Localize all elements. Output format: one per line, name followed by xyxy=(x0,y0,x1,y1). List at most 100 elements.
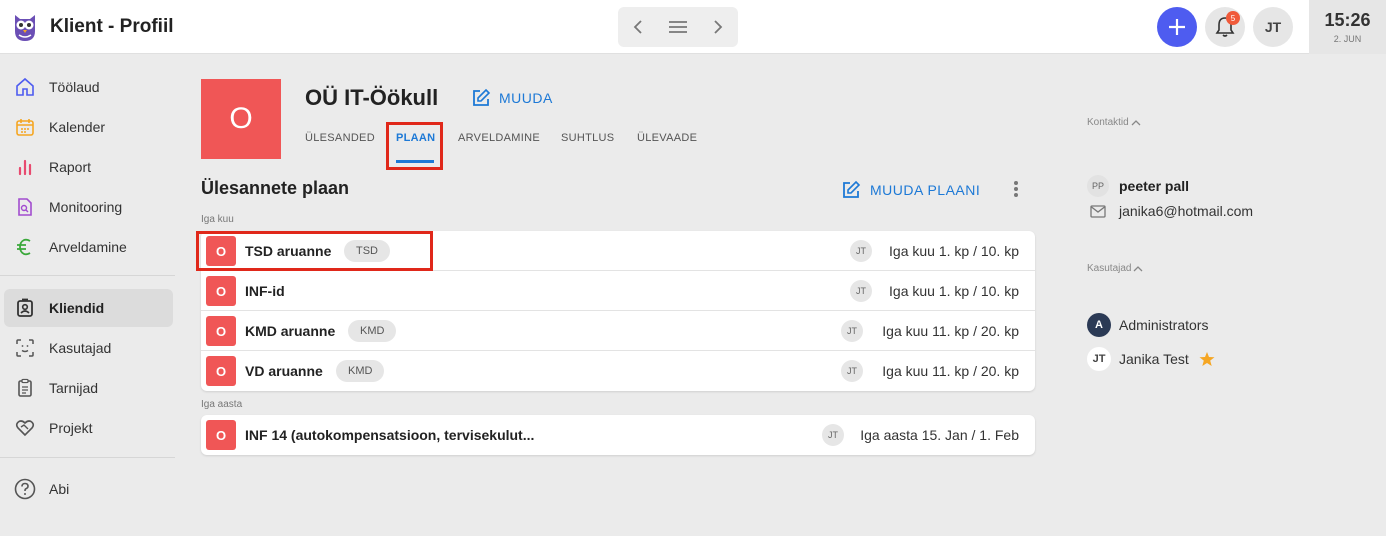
task-avatar: O xyxy=(206,276,236,306)
forward-arrow-icon[interactable] xyxy=(708,17,728,37)
task-name: KMD aruanne xyxy=(245,323,336,339)
edit-icon xyxy=(473,88,491,106)
document-search-icon xyxy=(14,196,36,218)
sidebar-item-label: Projekt xyxy=(49,420,93,436)
assignee-avatar: JT xyxy=(850,280,872,302)
owl-logo-icon[interactable] xyxy=(12,11,38,43)
chevron-up-icon xyxy=(1134,265,1143,271)
sidebar-item-label: Kliendid xyxy=(49,300,105,316)
contact-person[interactable]: PP peeter pall xyxy=(1087,175,1189,197)
tab-ulevaade[interactable]: ÜLEVAADE xyxy=(637,132,697,144)
assigned-user[interactable]: JT Janika Test xyxy=(1087,347,1215,371)
sidebar-item-label: Kalender xyxy=(49,119,106,135)
menu-icon[interactable] xyxy=(668,17,688,37)
client-name: OÜ IT-Öökull xyxy=(305,85,439,110)
top-bar: Klient - Profiil 5 JT 15:26 2. JUN xyxy=(0,0,1386,54)
yearly-task-list: O INF 14 (autokompensatsioon, tervisekul… xyxy=(201,415,1035,455)
task-schedule: Iga kuu 1. kp / 10. kp xyxy=(889,243,1019,259)
user-name: Administrators xyxy=(1119,317,1209,333)
contact-name: peeter pall xyxy=(1119,178,1190,194)
clock-date: 2. JUN xyxy=(1333,34,1362,44)
task-row[interactable]: O INF-id JT Iga kuu 1. kp / 10. kp xyxy=(201,271,1035,311)
group-label-yearly: Iga aasta xyxy=(201,399,243,410)
sidebar-divider xyxy=(0,457,175,458)
clock: 15:26 2. JUN xyxy=(1309,0,1386,54)
task-schedule: Iga aasta 15. Jan / 1. Feb xyxy=(860,427,1019,443)
assignee-avatar: JT xyxy=(850,240,872,262)
assignee-avatar: JT xyxy=(822,424,844,446)
task-avatar: O xyxy=(206,316,236,346)
contacts-label: Kontaktid xyxy=(1087,117,1129,128)
mail-icon xyxy=(1090,204,1106,218)
user-avatar-button[interactable]: JT xyxy=(1253,7,1293,47)
users-section-toggle[interactable]: Kasutajad xyxy=(1087,263,1143,274)
history-nav xyxy=(618,7,738,47)
add-button[interactable] xyxy=(1157,7,1197,47)
users-label: Kasutajad xyxy=(1087,263,1132,274)
client-badge-icon xyxy=(14,297,36,319)
plan-title: Ülesannete plaan xyxy=(201,178,350,198)
sidebar-item-label: Monitooring xyxy=(49,199,123,215)
task-schedule: Iga kuu 1. kp / 10. kp xyxy=(889,283,1019,299)
notifications-button[interactable]: 5 xyxy=(1205,7,1245,47)
task-avatar: O xyxy=(206,356,236,386)
notification-count-badge: 5 xyxy=(1226,11,1240,25)
user-avatar: JT xyxy=(1087,347,1111,371)
sidebar-item-kliendid[interactable]: Kliendid xyxy=(4,289,173,327)
chevron-up-icon xyxy=(1131,119,1141,125)
contact-email-text: janika6@hotmail.com xyxy=(1119,203,1254,219)
sidebar-divider xyxy=(0,275,175,276)
page-title: Klient - Profiil xyxy=(50,16,174,37)
sidebar-item-raport[interactable]: Raport xyxy=(4,148,173,186)
euro-icon xyxy=(14,236,36,258)
tab-arveldamine[interactable]: ARVELDAMINE xyxy=(458,132,540,144)
highlight-box-tsd-row xyxy=(196,231,433,271)
assigned-user[interactable]: A Administrators xyxy=(1087,313,1208,337)
tab-suhtlus[interactable]: SUHTLUS xyxy=(561,132,614,144)
group-label-monthly: Iga kuu xyxy=(201,214,234,225)
contact-avatar: PP xyxy=(1087,175,1109,197)
bar-chart-icon xyxy=(14,156,36,178)
highlight-box-plaan-tab xyxy=(386,122,443,170)
task-avatar: O xyxy=(206,420,236,450)
back-arrow-icon[interactable] xyxy=(628,17,648,37)
task-row[interactable]: O VD aruanne KMD JT Iga kuu 11. kp / 20.… xyxy=(201,351,1035,391)
sidebar-item-label: Arveldamine xyxy=(49,239,127,255)
heart-handshake-icon xyxy=(14,417,36,439)
edit-client-button[interactable]: MUUDA xyxy=(471,88,553,108)
tab-ulesanded[interactable]: ÜLESANDED xyxy=(305,132,375,144)
sidebar-item-tarnijad[interactable]: Tarnijad xyxy=(4,369,173,407)
task-name: INF 14 (autokompensatsioon, tervisekulut… xyxy=(245,427,535,443)
sidebar-item-kalender[interactable]: Kalender xyxy=(4,108,173,146)
calendar-icon xyxy=(14,116,36,138)
contacts-section-toggle[interactable]: Kontaktid xyxy=(1087,117,1141,128)
sidebar-item-label: Kasutajad xyxy=(49,340,112,356)
edit-icon xyxy=(843,180,861,198)
sidebar-item-toolaud[interactable]: Töölaud xyxy=(4,68,173,106)
sidebar-item-kasutajad[interactable]: Kasutajad xyxy=(4,329,173,367)
sidebar-item-arveldamine[interactable]: Arveldamine xyxy=(4,228,173,266)
sidebar-item-label: Abi xyxy=(49,481,70,497)
sidebar-item-label: Tarnijad xyxy=(49,380,99,396)
task-name: VD aruanne xyxy=(245,363,323,379)
task-row[interactable]: O KMD aruanne KMD JT Iga kuu 11. kp / 20… xyxy=(201,311,1035,351)
client-avatar: O xyxy=(201,79,281,159)
sidebar-item-label: Töölaud xyxy=(49,79,100,95)
sidebar-item-abi[interactable]: Abi xyxy=(4,470,173,508)
sidebar-item-projekt[interactable]: Projekt xyxy=(4,409,173,447)
sidebar-item-monitooring[interactable]: Monitooring xyxy=(4,188,173,226)
sidebar-item-label: Raport xyxy=(49,159,92,175)
assignee-avatar: JT xyxy=(841,360,863,382)
task-schedule: Iga kuu 11. kp / 20. kp xyxy=(882,363,1019,379)
plus-icon xyxy=(1169,19,1185,35)
edit-plan-label: MUUDA PLAANI xyxy=(870,182,981,198)
star-icon xyxy=(1199,352,1215,366)
clipboard-icon xyxy=(14,377,36,399)
task-tag: KMD xyxy=(336,360,385,382)
user-name: Janika Test xyxy=(1119,351,1189,367)
contact-email[interactable]: janika6@hotmail.com xyxy=(1090,203,1253,219)
more-options-icon[interactable] xyxy=(1008,179,1024,199)
user-avatar: A xyxy=(1087,313,1111,337)
edit-plan-button[interactable]: MUUDA PLAANI xyxy=(841,180,980,200)
task-row[interactable]: O INF 14 (autokompensatsioon, tervisekul… xyxy=(201,415,1035,455)
